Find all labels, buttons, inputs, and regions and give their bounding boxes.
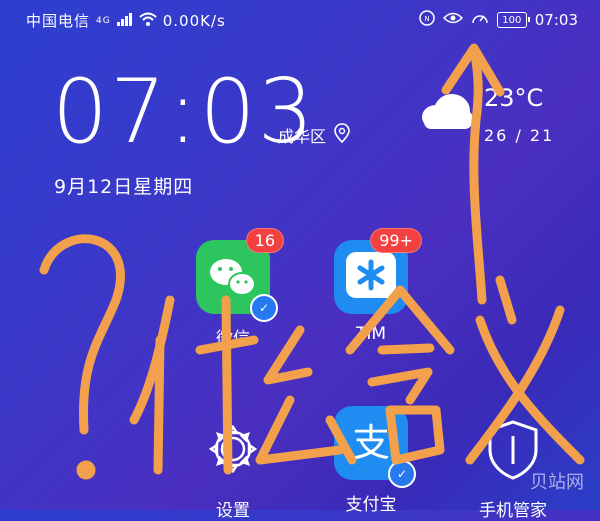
handwritten-annotation xyxy=(39,43,585,480)
watermark: 贝站网 xyxy=(530,472,584,493)
